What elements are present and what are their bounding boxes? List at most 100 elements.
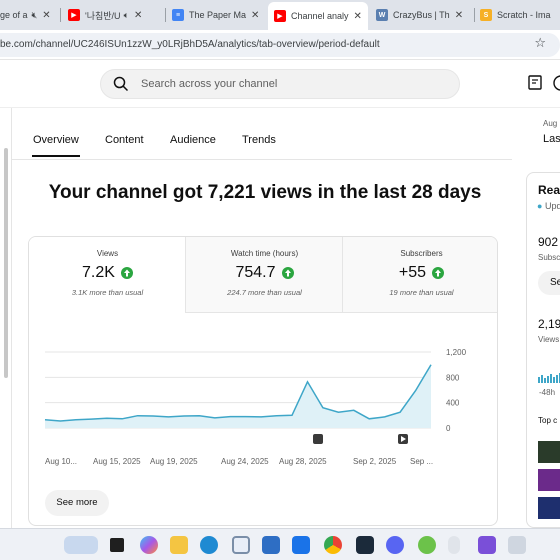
youtube-icon: ▶ (68, 9, 80, 21)
app-icon[interactable] (262, 536, 280, 554)
close-tab-icon[interactable]: ✕ (455, 10, 463, 21)
views-chart[interactable]: 1,200 800 400 0 Aug 10... Aug 15, 2025 Aug 19,… (29, 337, 498, 477)
url-field[interactable]: be.com/channel/UC246ISUn1zzW_y0LRjBhD5A/… (0, 33, 560, 57)
chrome-icon[interactable] (324, 536, 342, 554)
metric-delta: 19 more than usual (389, 288, 454, 297)
trend-up-icon (281, 267, 294, 279)
browser-tab[interactable]: ≡ The Paper Ma ✕ (172, 4, 266, 26)
copilot-icon[interactable] (140, 536, 158, 554)
file-explorer-icon[interactable] (170, 536, 188, 554)
trend-up-icon (432, 267, 445, 279)
close-tab-icon[interactable]: ✕ (42, 10, 50, 21)
top-content-thumbnail[interactable] (538, 497, 560, 519)
views-line (44, 364, 432, 422)
realtime-panel: Rea ● Upd 902 Subsc Se 2,19 Views -48h T… (526, 172, 560, 528)
realtime-views-label: Views (538, 335, 560, 344)
app-icon[interactable] (292, 536, 310, 554)
see-live-count-button[interactable]: Se (538, 271, 560, 295)
x-tick-label: Aug 10... (45, 457, 77, 466)
metric-label: Subscribers (400, 249, 443, 258)
task-view-icon[interactable] (110, 538, 124, 552)
browser-tab-active[interactable]: ▶ Channel analy ✕ (268, 2, 368, 30)
feedback-icon[interactable] (526, 74, 544, 92)
bookmark-star-icon[interactable]: ☆ (534, 35, 546, 51)
top-content-thumbnail[interactable] (538, 441, 560, 463)
tab-content[interactable]: Content (105, 134, 144, 146)
metric-subscribers[interactable]: Subscribers +55 19 more than usual (343, 237, 497, 313)
close-tab-icon[interactable]: ✕ (354, 11, 362, 22)
url-text: be.com/channel/UC246ISUn1zzW_y0LRjBhD5A/… (0, 39, 380, 50)
sidebar-scrollbar[interactable] (4, 148, 8, 378)
mouse-icon[interactable] (448, 536, 460, 554)
store-icon[interactable] (232, 536, 250, 554)
tab-title: The Paper Ma (189, 10, 247, 20)
edge-icon[interactable] (200, 536, 218, 554)
realtime-range-label: -48h (539, 388, 556, 397)
scratch-icon: S (480, 9, 492, 21)
app-icon[interactable] (418, 536, 436, 554)
metric-label: Views (96, 249, 119, 258)
app-icon[interactable] (478, 536, 496, 554)
metric-delta: 224.7 more than usual (227, 288, 302, 297)
date-range-value[interactable]: Las (543, 133, 560, 145)
mute-icon[interactable]: 🔈︎ (124, 10, 129, 21)
channel-search-box[interactable]: Search across your channel (100, 69, 460, 99)
realtime-update-text: Upd (544, 201, 560, 211)
close-tab-icon[interactable]: ✕ (251, 10, 259, 21)
metric-watch-time[interactable]: Watch time (hours) 754.7 224.7 more than… (186, 237, 343, 313)
youtube-icon: ▶ (274, 10, 286, 22)
tab-title: Channel analy (291, 11, 349, 21)
x-tick-label: Aug 19, 2025 (150, 457, 198, 466)
realtime-bar-chart[interactable] (538, 369, 560, 383)
docs-icon: ≡ (172, 9, 184, 21)
live-dot-icon: ● (537, 201, 543, 211)
realtime-subs-value: 902 (538, 235, 559, 249)
app-icon[interactable] (356, 536, 374, 554)
wiki-icon: W (376, 9, 388, 21)
date-range-label: Aug (543, 119, 558, 128)
tab-audience[interactable]: Audience (170, 134, 216, 146)
metric-label: Watch time (hours) (230, 249, 299, 258)
realtime-title: Rea (538, 183, 560, 197)
search-icon (113, 76, 129, 92)
browser-tab[interactable]: S Scratch - Ima (480, 4, 560, 26)
browser-tab[interactable]: ge of a 🔇︎ ✕ (0, 4, 58, 26)
x-tick-label: Aug 28, 2025 (279, 457, 327, 466)
tab-title: CrazyBus | Th (393, 10, 450, 20)
overview-card: Views 7.2K 3.1K more than usual Watch ti… (28, 236, 498, 526)
x-tick-label: Sep 2, 2025 (353, 457, 397, 466)
metric-views[interactable]: Views 7.2K 3.1K more than usual (29, 237, 186, 313)
tab-trends[interactable]: Trends (242, 134, 276, 146)
browser-tab[interactable]: ▶ '나침반/U 🔈︎ ✕ (68, 4, 164, 26)
mute-icon[interactable]: 🔇︎ (32, 10, 38, 21)
y-tick-label: 800 (446, 373, 460, 382)
metric-value: +55 (398, 264, 427, 281)
realtime-views-value: 2,19 (538, 317, 560, 331)
top-content-label: Top c (538, 416, 558, 425)
address-bar: be.com/channel/UC246ISUn1zzW_y0LRjBhD5A/… (0, 30, 560, 60)
shorts-marker-icon[interactable] (313, 434, 323, 444)
x-tick-label: Sep ... (410, 457, 433, 466)
x-tick-label: Aug 24, 2025 (221, 457, 269, 466)
app-icon[interactable] (508, 536, 526, 554)
tab-divider (60, 8, 61, 22)
tab-divider (474, 8, 475, 22)
top-content-thumbnail[interactable] (538, 469, 560, 491)
tab-overview[interactable]: Overview (32, 134, 80, 157)
browser-tab[interactable]: W CrazyBus | Th ✕ (376, 4, 472, 26)
os-taskbar (0, 528, 560, 560)
browser-tab-strip: ge of a 🔇︎ ✕ ▶ '나침반/U 🔈︎ ✕ ≡ The Paper M… (0, 0, 560, 30)
overview-headline: Your channel got 7,221 views in the last… (48, 182, 482, 203)
analytics-tabs: Overview Content Audience Trends (12, 124, 512, 160)
help-icon[interactable] (552, 74, 560, 92)
x-tick-label: Aug 15, 2025 (93, 457, 141, 466)
weather-widget-icon[interactable] (64, 536, 98, 554)
tab-title: '나침반/U (85, 10, 121, 21)
realtime-update: ● Upd (537, 201, 560, 211)
tab-title: Scratch - Ima (497, 10, 551, 20)
close-tab-icon[interactable]: ✕ (134, 10, 142, 21)
discord-icon[interactable] (386, 536, 404, 554)
y-tick-label: 0 (446, 424, 451, 433)
y-tick-label: 1,200 (446, 348, 467, 357)
see-more-button[interactable]: See more (45, 490, 109, 516)
